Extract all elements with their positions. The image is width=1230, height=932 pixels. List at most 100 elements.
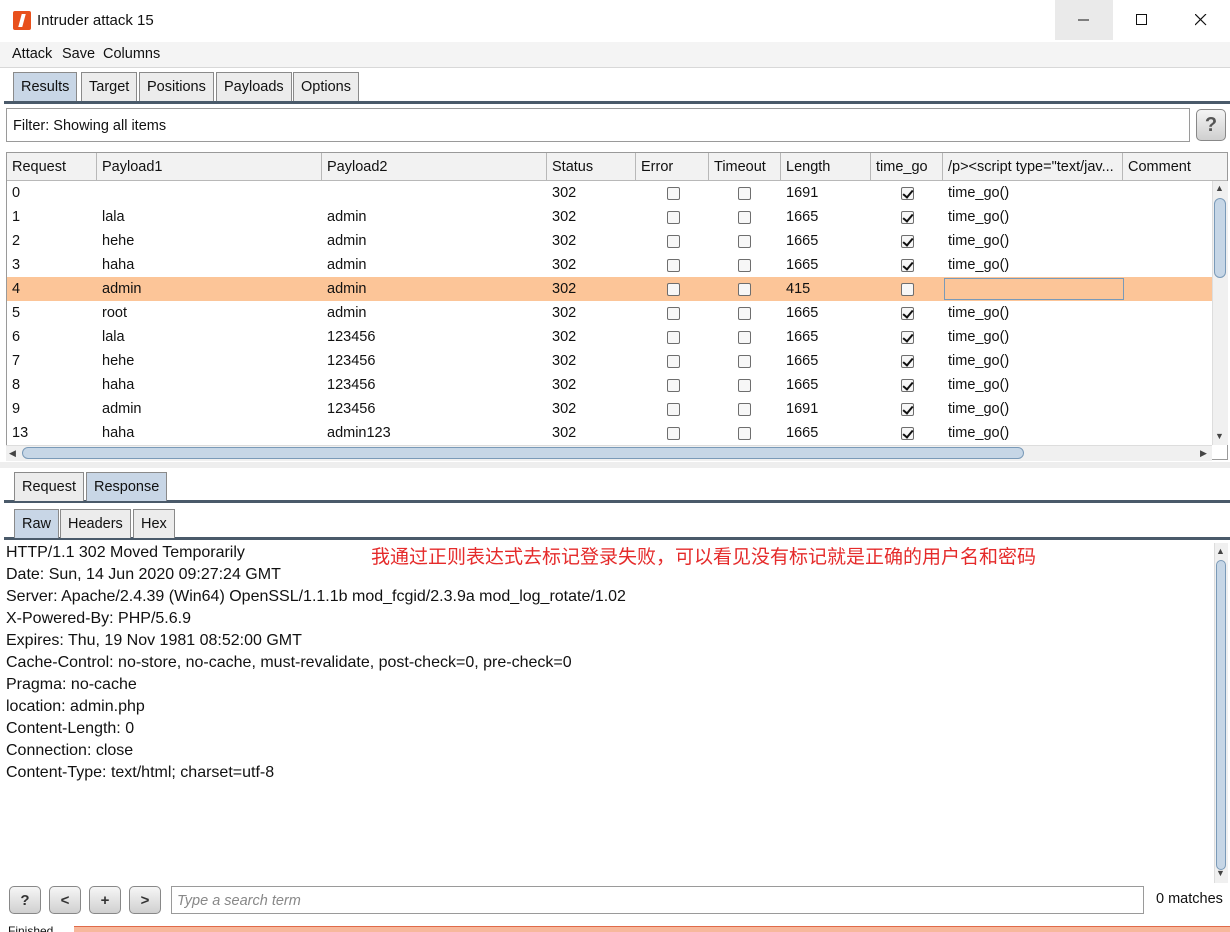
cell-payload1: haha [102,425,135,441]
cell-payload2: 123456 [327,401,376,417]
scroll-up-arrow-icon[interactable]: ▲ [1215,183,1224,193]
checkbox-time-go [901,307,914,320]
maximize-icon [1136,14,1147,25]
table-row[interactable]: 3 haha admin 302 1665 time_go() [7,253,1213,277]
column-header[interactable]: Error [636,153,709,181]
response-line: Content-Length: 0 [6,720,135,737]
table-row[interactable]: 13 haha admin123 302 1665 time_go() [7,421,1213,445]
column-header[interactable]: Status [547,153,636,181]
scroll-down-arrow-icon[interactable]: ▼ [1215,431,1224,441]
search-input[interactable]: Type a search term [171,886,1144,914]
response-line: Server: Apache/2.4.39 (Win64) OpenSSL/1.… [6,588,626,605]
cell-status: 302 [552,353,577,369]
burp-app-icon [13,11,31,30]
cell-status: 302 [552,281,577,297]
menu-attack[interactable]: Attack [12,46,52,62]
pane-splitter[interactable] [0,462,1230,468]
minimize-button[interactable] [1055,0,1113,40]
search-help-button[interactable]: ? [9,886,41,914]
column-header[interactable]: time_go [871,153,943,181]
column-header[interactable]: /p><script type="text/jav... [943,153,1123,181]
cell-status: 302 [552,233,577,249]
cell-payload1: admin [102,281,142,297]
search-add-button[interactable]: + [89,886,121,914]
checkbox-error [667,235,680,248]
tab-payloads[interactable]: Payloads [216,72,292,101]
cell-length: 1665 [786,329,819,345]
response-scroll-thumb[interactable] [1216,560,1226,870]
table-row[interactable]: 9 admin 123456 302 1691 time_go() [7,397,1213,421]
checkbox-timeout [738,427,751,440]
table-row[interactable]: 1 lala admin 302 1665 time_go() [7,205,1213,229]
cell-request: 13 [12,425,29,441]
checkbox-timeout [738,379,751,392]
cell-status: 302 [552,377,577,393]
maximize-button[interactable] [1113,0,1171,40]
table-vertical-scroll-thumb[interactable] [1214,198,1226,278]
cell-length: 1665 [786,209,819,225]
table-row[interactable]: 4 admin admin 302 415 [7,277,1213,301]
column-header[interactable]: Timeout [709,153,781,181]
menu-columns[interactable]: Columns [103,46,160,62]
cell-request: 5 [12,305,21,321]
tab-target[interactable]: Target [81,72,138,101]
cell-request: 7 [12,353,21,369]
table-row[interactable]: 7 hehe 123456 302 1665 time_go() [7,349,1213,373]
response-line: location: admin.php [6,698,145,715]
annotation-text: 我通过正则表达式去标记登录失败，可以看见没有标记就是正确的用户名和密码 [371,546,1037,568]
table-row[interactable]: 0 302 1691 time_go() [7,181,1213,205]
table-horizontal-scroll-thumb[interactable] [22,447,1024,459]
search-next-button[interactable]: > [129,886,161,914]
table-row[interactable]: 5 root admin 302 1665 time_go() [7,301,1213,325]
table-row[interactable]: 8 haha 123456 302 1665 time_go() [7,373,1213,397]
cell-length: 1665 [786,377,819,393]
tab-raw[interactable]: Raw [14,509,60,538]
table-row[interactable]: 6 lala 123456 302 1665 time_go() [7,325,1213,349]
results-table: Request Payload1 Payload2 Status Error Timeou… [6,152,1228,460]
cell-payload2: 123456 [327,377,376,393]
column-header[interactable]: Comment [1123,153,1227,181]
cell-length: 1691 [786,185,819,201]
minimize-icon [1078,19,1089,21]
column-header[interactable]: Request [7,153,97,181]
scroll-right-arrow-icon[interactable]: ▶ [1200,448,1207,459]
response-scroll-up-icon[interactable]: ▲ [1216,546,1225,556]
response-line: Pragma: no-cache [6,676,137,693]
cell-extract: time_go() [948,353,1010,369]
raw-response-editor[interactable]: HTTP/1.1 302 Moved Temporarily Date: Sun,… [6,543,1214,883]
cell-request: 9 [12,401,21,417]
column-header[interactable]: Payload2 [322,153,547,181]
tab-hex[interactable]: Hex [133,509,175,538]
cell-extract: time_go() [948,257,1010,273]
checkbox-error [667,307,680,320]
search-prev-button[interactable]: < [49,886,81,914]
cell-extract: time_go() [948,185,1010,201]
column-header[interactable]: Length [781,153,871,181]
tab-request[interactable]: Request [14,472,85,501]
tab-results[interactable]: Results [13,72,78,101]
tab-response[interactable]: Response [86,472,168,501]
menu-save[interactable]: Save [62,46,95,62]
cell-request: 1 [12,209,21,225]
filter-bar[interactable]: Filter: Showing all items [6,108,1190,142]
cell-extract: time_go() [948,233,1010,249]
cell-payload2: admin [327,233,367,249]
table-row[interactable]: 2 hehe admin 302 1665 time_go() [7,229,1213,253]
checkbox-error [667,379,680,392]
checkbox-timeout [738,211,751,224]
tab-headers[interactable]: Headers [60,509,131,538]
extract-cell-editor[interactable] [944,278,1124,300]
filter-help-button[interactable]: ? [1196,109,1226,141]
cell-length: 1665 [786,305,819,321]
cell-payload1: root [102,305,127,321]
close-button[interactable] [1172,0,1230,40]
cell-extract: time_go() [948,329,1010,345]
cell-payload1: haha [102,257,135,273]
tab-options[interactable]: Options [293,72,359,101]
cell-payload2: 123456 [327,329,376,345]
checkbox-timeout [738,283,751,296]
cell-status: 302 [552,209,577,225]
scroll-left-arrow-icon[interactable]: ◀ [9,448,16,459]
column-header[interactable]: Payload1 [97,153,322,181]
tab-positions[interactable]: Positions [139,72,214,101]
